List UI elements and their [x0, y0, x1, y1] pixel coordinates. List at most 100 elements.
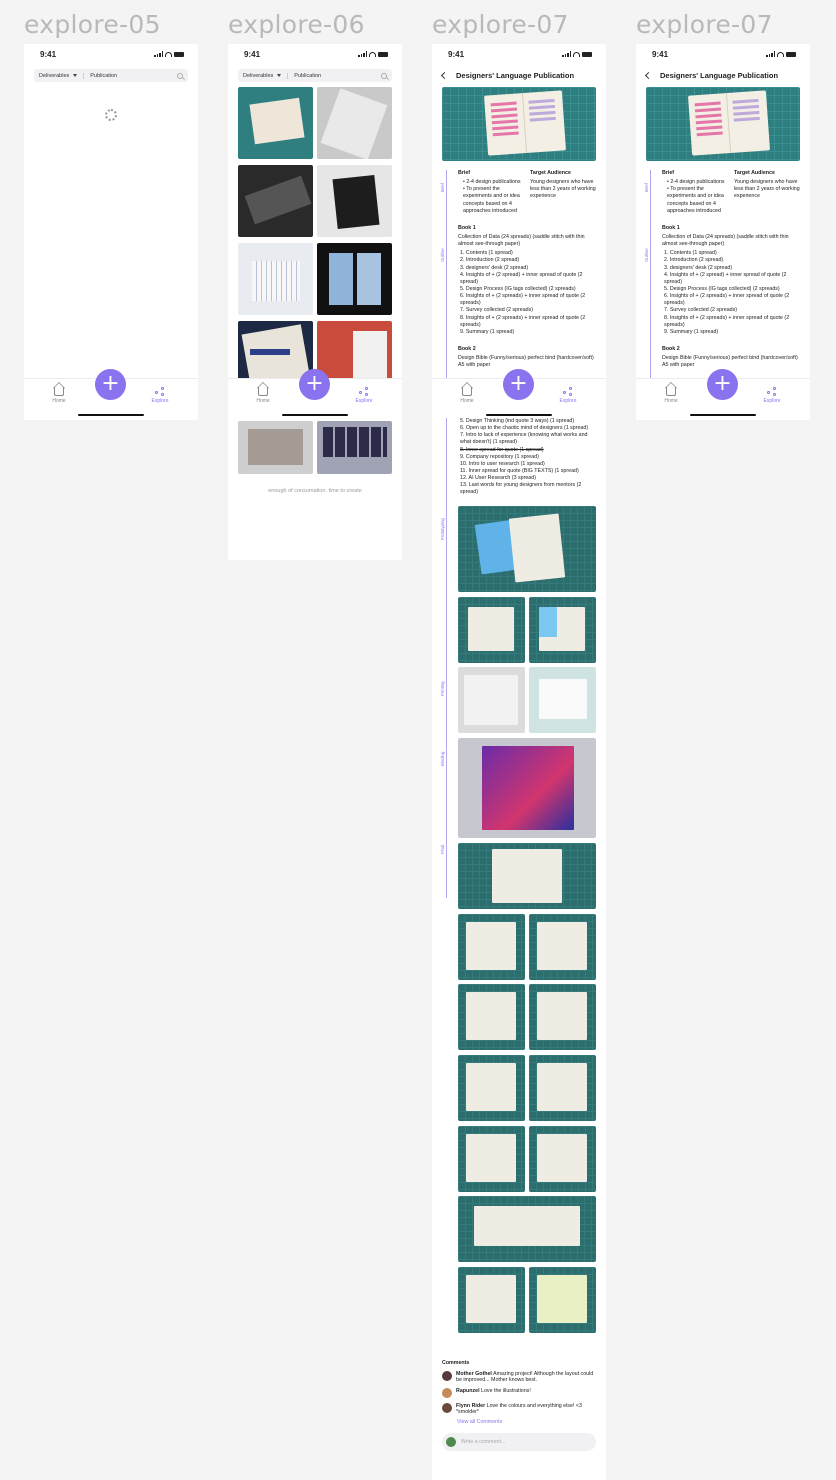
tab-bar: Home + Explore	[636, 369, 810, 420]
result-thumbnail[interactable]	[238, 87, 313, 159]
status-icons	[358, 51, 388, 57]
result-thumbnail[interactable]	[317, 165, 392, 237]
tab-explore[interactable]: Explore	[349, 387, 379, 404]
brief-item: 2-4 design publications	[667, 179, 728, 186]
audience-heading: Target Audience	[734, 170, 775, 176]
add-button[interactable]: +	[95, 369, 126, 400]
process-photo[interactable]	[458, 738, 596, 838]
process-photo[interactable]	[458, 984, 525, 1050]
book1-desc: Collection of Data (24 spreads) (saddle …	[458, 233, 585, 248]
frame-title-explore-07b: explore-07	[636, 10, 773, 39]
status-time: 9:41	[40, 49, 57, 59]
brief-heading: Brief	[458, 170, 471, 176]
outline-item: 6. Open up to the chaotic mind of design…	[460, 425, 589, 432]
home-indicator	[282, 414, 348, 416]
tab-home[interactable]: Home	[656, 387, 686, 404]
outline-item: 2. Introduction (2 spread)	[664, 257, 724, 264]
result-thumbnail[interactable]	[317, 87, 392, 159]
process-photo[interactable]	[458, 597, 525, 663]
filter-dropdown[interactable]: Deliverables	[243, 72, 289, 79]
home-indicator	[690, 414, 756, 416]
process-photo[interactable]	[529, 597, 596, 663]
hero-image	[442, 87, 596, 161]
outline-item: 2. Introduction (2 spread)	[460, 257, 520, 264]
outline-item: 9. Summary (1 spread)	[664, 328, 719, 335]
result-thumbnail[interactable]	[238, 421, 313, 474]
back-arrow-icon[interactable]	[644, 71, 653, 79]
process-photo[interactable]	[529, 667, 596, 733]
result-thumbnail[interactable]	[238, 165, 313, 237]
filter-dropdown[interactable]: Deliverables	[39, 72, 85, 79]
process-photo[interactable]	[529, 1055, 596, 1121]
page-title: Designers' Language Publication	[660, 70, 779, 80]
outline-item: 4. Insights of + (2 spread) + inner spre…	[460, 271, 583, 285]
loading-spinner-icon	[105, 109, 117, 121]
add-button[interactable]: +	[503, 369, 534, 400]
view-all-comments-link[interactable]: View all Comments	[457, 1419, 596, 1425]
rail-label-printing: Printing	[440, 681, 445, 696]
search-icon[interactable]	[177, 72, 183, 79]
tab-explore-label: Explore	[151, 398, 169, 404]
process-photo[interactable]	[458, 506, 596, 592]
process-photo[interactable]	[458, 1267, 525, 1333]
process-photo[interactable]	[529, 1267, 596, 1333]
tab-home[interactable]: Home	[44, 387, 74, 404]
book2-desc: Design Bible (Funny/serious) perfect bin…	[662, 355, 798, 369]
rail-label-final: Final	[440, 844, 445, 854]
outline-item: 4. Insights of + (2 spread) + inner spre…	[664, 271, 787, 285]
tab-bar: Home + Explore	[24, 369, 198, 420]
tab-home-label: Home	[52, 398, 66, 404]
book2-heading: Book 2	[662, 345, 680, 352]
comment-input[interactable]: Write a comment...	[442, 1433, 596, 1451]
add-button[interactable]: +	[299, 369, 330, 400]
process-photo[interactable]	[458, 1126, 525, 1192]
book2-list: 5. Design Thinking (ind quote 3 ways) (1…	[458, 418, 596, 497]
back-arrow-icon[interactable]	[440, 71, 449, 79]
status-icons	[154, 51, 184, 57]
comments-heading: Comments	[442, 1360, 470, 1366]
status-bar: 9:41	[432, 44, 606, 64]
process-photo[interactable]	[458, 843, 596, 909]
search-input[interactable]: Publication	[288, 73, 381, 79]
process-photo[interactable]	[458, 914, 525, 980]
search-input[interactable]: Publication	[84, 73, 177, 79]
add-button[interactable]: +	[707, 369, 738, 400]
result-thumbnail[interactable]	[317, 243, 392, 315]
outline-item: 10. Intro to user research (1 spread)	[460, 460, 545, 467]
search-bar[interactable]: Deliverables Publication	[34, 69, 188, 82]
outline-item: 7. Survey collected (2 spreads)	[664, 307, 738, 314]
search-icon[interactable]	[381, 72, 387, 79]
process-photo[interactable]	[529, 1126, 596, 1192]
comment: Mother Gothel Amazing project! Although …	[442, 1371, 596, 1383]
tab-explore[interactable]: Explore	[757, 387, 787, 404]
search-bar[interactable]: Deliverables Publication	[238, 69, 392, 82]
rail-label-binding: Binding	[440, 751, 445, 766]
process-photo[interactable]	[458, 667, 525, 733]
tab-home[interactable]: Home	[452, 387, 482, 404]
tab-home-label: Home	[256, 398, 270, 404]
process-photo[interactable]	[458, 1055, 525, 1121]
status-time: 9:41	[652, 49, 669, 59]
process-photo[interactable]	[529, 984, 596, 1050]
explore-icon	[359, 387, 369, 396]
chevron-down-icon	[73, 74, 78, 77]
outline-item: 3. designers' desk (2 spread)	[460, 264, 529, 271]
brief-item: To present the experiments and or idea c…	[463, 186, 524, 215]
hero-image	[646, 87, 800, 161]
battery-icon	[378, 51, 388, 57]
result-thumbnail[interactable]	[317, 421, 392, 474]
outline-item: 9. Company repository (1 spread)	[460, 453, 539, 460]
nav-bar: Designers' Language Publication	[432, 64, 606, 86]
tab-explore[interactable]: Explore	[553, 387, 583, 404]
tab-home[interactable]: Home	[248, 387, 278, 404]
home-icon	[54, 387, 64, 396]
process-photo[interactable]	[529, 914, 596, 980]
tab-bar: Home + Explore	[432, 369, 606, 420]
process-photo[interactable]	[458, 1196, 596, 1262]
phone-explore-06: 9:41 Deliverables Publication enough of …	[228, 44, 402, 560]
avatar	[442, 1403, 452, 1413]
tab-explore[interactable]: Explore	[145, 387, 175, 404]
book1-desc: Collection of Data (24 spreads) (saddle …	[662, 233, 789, 248]
process-photos	[458, 506, 596, 1333]
result-thumbnail[interactable]	[238, 243, 313, 315]
